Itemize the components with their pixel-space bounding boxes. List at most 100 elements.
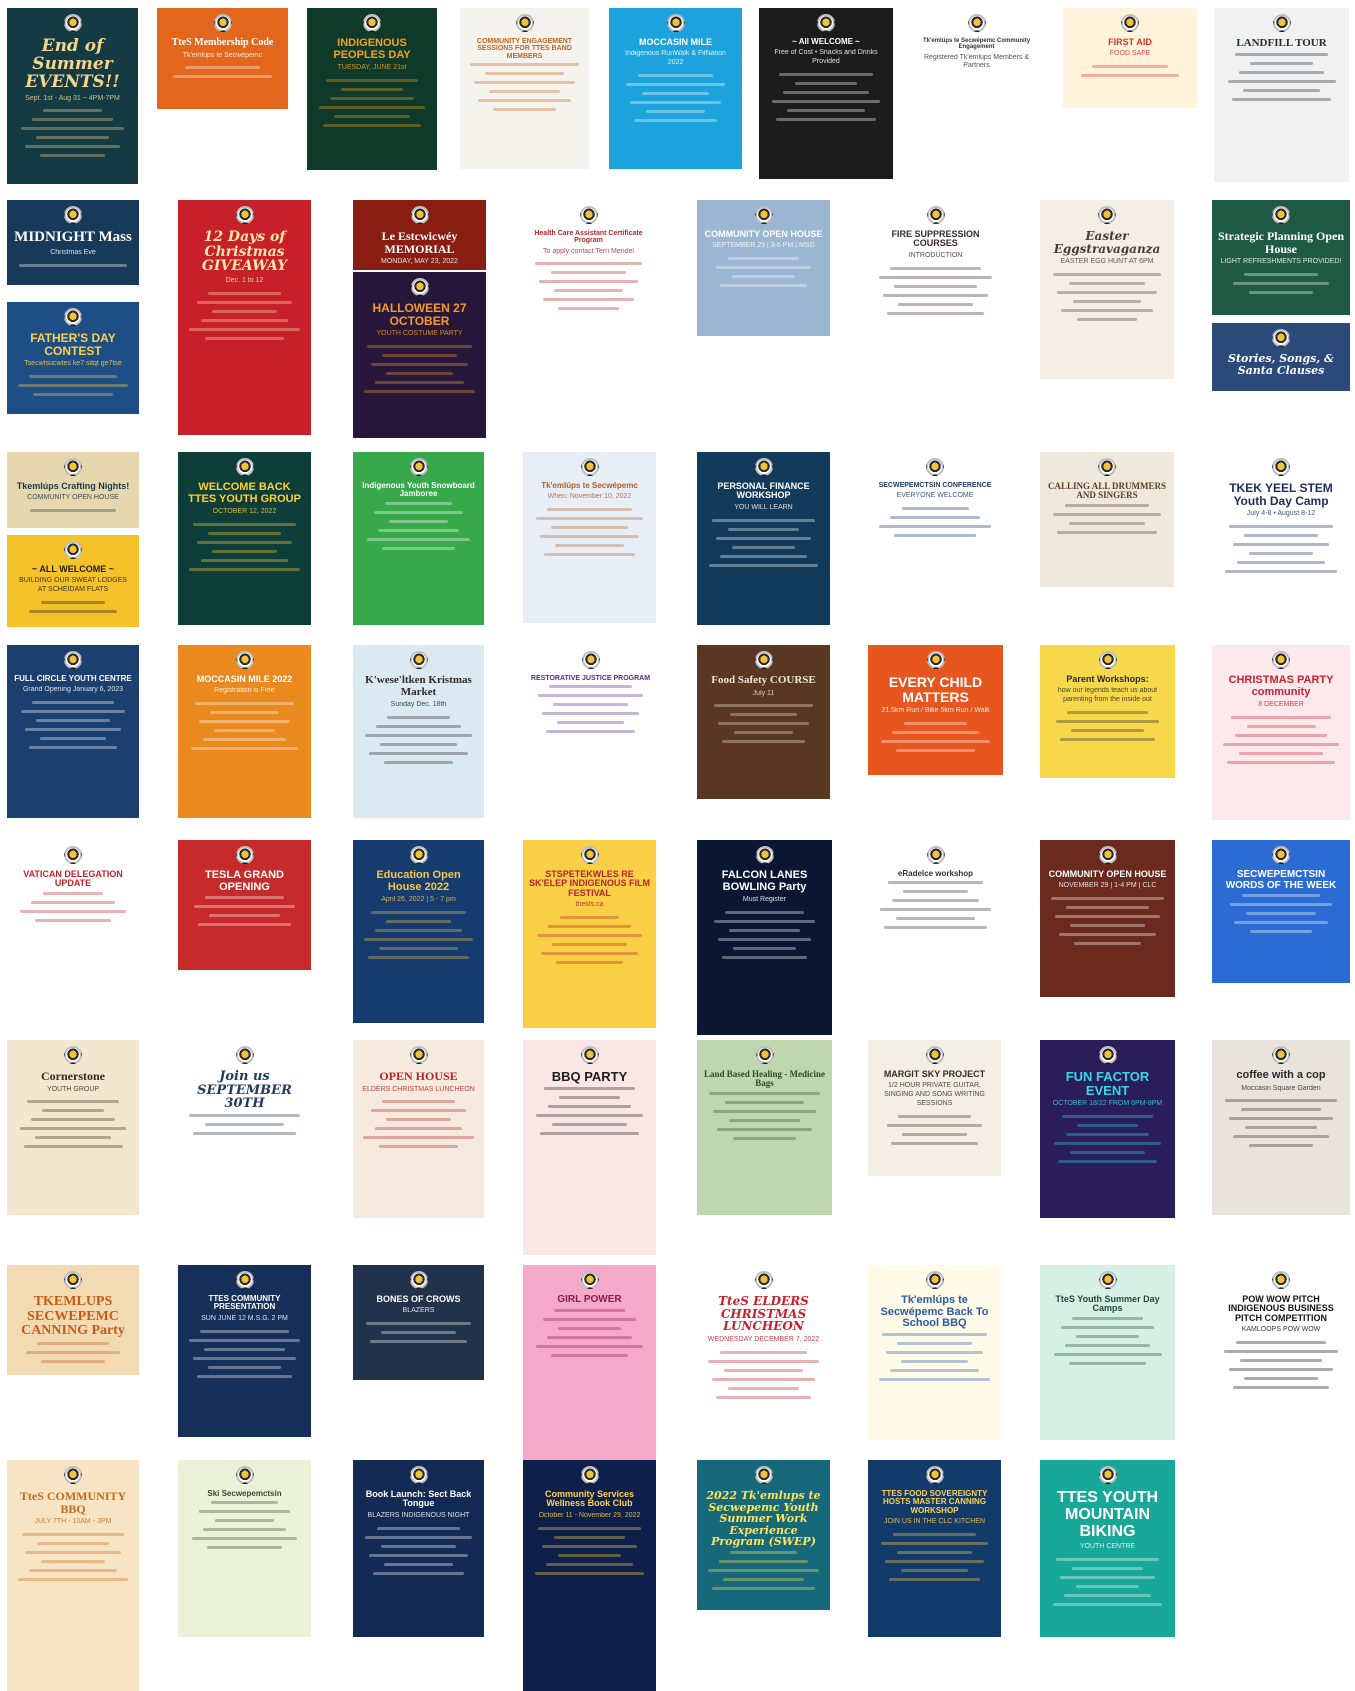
event-poster[interactable]: Tk'emlúps te Secwépemc Back To School BB…: [868, 1265, 1001, 1440]
event-poster[interactable]: TTES COMMUNITY PRESENTATION SUN JUNE 12 M…: [178, 1265, 311, 1437]
poster-fine-print: [202, 738, 287, 742]
nation-logo-icon: [755, 1046, 774, 1064]
event-poster[interactable]: Ski Secwepemctsin: [178, 1460, 311, 1637]
poster-subtitle: To apply contact Terri Mendel: [543, 247, 634, 255]
poster-fine-print: [39, 154, 106, 158]
event-poster[interactable]: Tk'emlúps te Secwépemc Community Engagem…: [910, 8, 1043, 76]
event-poster[interactable]: TKEK YEEL STEM Youth Day Camp July 4-8 • …: [1212, 452, 1350, 627]
event-poster[interactable]: ~ All WELCOME ~ Free of Cost • Snacks and…: [759, 8, 893, 179]
event-poster[interactable]: BONES OF CROWS BLAZERS: [353, 1265, 484, 1380]
event-poster[interactable]: COMMUNITY ENGAGEMENT SESSIONS FOR TTES B…: [460, 8, 589, 169]
event-poster[interactable]: MARGIT SKY PROJECT 1/2 HOUR PRIVATE GUITA…: [868, 1040, 1001, 1176]
event-poster[interactable]: CALLING ALL DRUMMERS AND SINGERS: [1040, 452, 1174, 587]
event-poster[interactable]: COMMUNITY OPEN HOUSE NOVEMBER 29 | 1-4 PM…: [1040, 840, 1175, 997]
poster-fine-print: [880, 740, 991, 744]
event-poster[interactable]: 2022 Tk'emlups te Secwepemc Youth Summer…: [697, 1460, 830, 1610]
poster-fine-print: [30, 509, 116, 513]
event-poster[interactable]: Le Estcwicwéy MEMORIAL MONDAY, MAY 23, 20…: [353, 200, 486, 270]
poster-fine-print: [368, 751, 469, 755]
event-poster[interactable]: Tk'emlúps te Secwépemc When: November 10,…: [523, 452, 656, 623]
nation-logo-icon: [817, 14, 835, 32]
poster-subtitle: October 11 - November 29, 2022: [538, 1511, 641, 1519]
event-poster[interactable]: SECWEPEMCTSIN CONFERENCE EVERYONE WELCOME: [868, 452, 1002, 587]
event-poster[interactable]: 12 Days of Christmas GIVEAWAY Dec. 1 to 1…: [178, 200, 311, 435]
event-poster[interactable]: K'wese'ltken Kristmas Market Sunday Dec. …: [353, 645, 484, 818]
event-poster[interactable]: TteS ELDERS CHRISTMAS LUNCHEON WEDNESDAY …: [697, 1265, 830, 1440]
event-poster[interactable]: eRadelce workshop: [868, 840, 1003, 1015]
event-poster[interactable]: PERSONAL FINANCE WORKSHOP YOU WILL LEARN: [697, 452, 830, 625]
poster-title: Easter Eggstravaganza: [1053, 229, 1161, 256]
event-poster[interactable]: Health Care Assistant Certificate Progra…: [523, 200, 654, 381]
poster-title: TKEMLUPS SECWEPEMC CANNING Party: [21, 1294, 125, 1339]
event-poster[interactable]: FALCON LANES BOWLING Party Must Register: [697, 840, 832, 1035]
event-poster[interactable]: INDIGENOUS PEOPLES DAY TUESDAY, JUNE 21st: [307, 8, 437, 170]
poster-fine-print: [1068, 281, 1146, 285]
event-poster[interactable]: Stories, Songs, & Santa Clauses: [1212, 323, 1350, 391]
event-poster[interactable]: End of Summer EVENTS!! Sept. 1st - Aug 31…: [7, 8, 138, 184]
poster-fine-print: [382, 353, 457, 357]
event-poster[interactable]: MOCCASIN MILE Indigenous RunWalk & FitNat…: [609, 8, 742, 169]
poster-fine-print: [375, 928, 462, 932]
poster-fine-print: [1072, 1316, 1143, 1320]
event-poster[interactable]: Community Services Wellness Book Club Oct…: [523, 1460, 656, 1691]
poster-fine-print: [539, 280, 638, 284]
event-poster[interactable]: VATICAN DELEGATION UPDATE: [7, 840, 139, 974]
event-poster[interactable]: Tkemlúps Crafting Nights! COMMUNITY OPEN …: [7, 452, 139, 528]
event-poster[interactable]: SECWEPEMCTSIN WORDS OF THE WEEK: [1212, 840, 1350, 983]
event-poster[interactable]: Land Based Healing - Medicine Bags: [697, 1040, 832, 1215]
poster-fine-print: [33, 392, 113, 396]
event-poster[interactable]: MIDNIGHT Mass Christmas Eve: [7, 200, 139, 285]
event-poster[interactable]: POW WOW PITCH INDIGENOUS BUSINESS PITCH …: [1212, 1265, 1350, 1440]
event-poster[interactable]: HALLOWEEN 27 OCTOBER YOUTH COSTUME PARTY: [353, 272, 486, 438]
poster-title: CALLING ALL DRUMMERS AND SINGERS: [1047, 481, 1166, 501]
event-poster[interactable]: coffee with a cop Moccasin Square Garden: [1212, 1040, 1350, 1215]
poster-fine-print: [20, 909, 126, 913]
nation-logo-icon: [235, 1046, 254, 1064]
poster-fine-print: [889, 1577, 980, 1581]
poster-fine-print: [40, 1559, 106, 1563]
poster-title: End of Summer EVENTS!!: [25, 36, 120, 92]
event-poster[interactable]: COMMUNITY OPEN HOUSE SEPTEMBER 29 | 3-6 P…: [697, 200, 830, 336]
event-poster[interactable]: Easter Eggstravaganza EASTER EGG HUNT AT …: [1040, 200, 1174, 379]
event-poster[interactable]: Book Launch: Sect Back Tongue BLAZERS IND…: [353, 1460, 484, 1637]
event-poster[interactable]: LANDFILL TOUR: [1214, 8, 1349, 182]
event-poster[interactable]: MOCCASIN MILE 2022 Registration is Free: [178, 645, 311, 818]
event-poster[interactable]: Parent Workshops: how our legends teach u…: [1040, 645, 1175, 778]
event-poster[interactable]: FATHER'S DAY CONTEST Tsecwtsucwtes ke7 si…: [7, 302, 139, 414]
event-poster[interactable]: TteS Youth Summer Day Camps: [1040, 1265, 1175, 1440]
poster-subtitle: SEPTEMBER 29 | 3-6 PM | MSG: [712, 242, 815, 250]
event-poster[interactable]: FULL CIRCLE YOUTH CENTRE Grand Opening Ja…: [7, 645, 139, 818]
event-poster[interactable]: TTES FOOD SOVEREIGNTY HOSTS MASTER CANNI…: [868, 1460, 1001, 1637]
event-poster[interactable]: GIRL POWER: [523, 1265, 656, 1490]
event-poster[interactable]: RESTORATIVE JUSTICE PROGRAM: [523, 645, 658, 818]
poster-fine-print: [892, 731, 979, 735]
poster-fine-print: [557, 1553, 622, 1557]
poster-fine-print: [1249, 1144, 1313, 1148]
event-poster[interactable]: EVERY CHILD MATTERS 21.5km Run / Bike 5km…: [868, 645, 1003, 775]
poster-fine-print: [32, 701, 114, 705]
event-poster[interactable]: Strategic Planning Open House LIGHT REFRE…: [1212, 200, 1350, 315]
event-poster[interactable]: WELCOME BACK TTES YOUTH GROUP OCTOBER 12,…: [178, 452, 311, 625]
event-poster[interactable]: FIRST AID FOOD SAFE: [1063, 8, 1197, 108]
event-poster[interactable]: Food Safety COURSE July 11: [697, 645, 830, 799]
event-poster[interactable]: Education Open House 2022 April 26, 2022 …: [353, 840, 484, 1023]
event-poster[interactable]: BBQ PARTY: [523, 1040, 656, 1255]
nation-logo-icon: [1272, 651, 1290, 669]
event-poster[interactable]: FIRE SUPPRESSION COURSES INTRODUCTION: [868, 200, 1003, 382]
poster-title: Food Safety COURSE: [711, 674, 816, 686]
event-poster[interactable]: OPEN HOUSE ELDERS CHRISTMAS LUNCHEON: [353, 1040, 484, 1218]
poster-subtitle: Tk'emlúps te Secwépemc: [182, 51, 263, 59]
event-poster[interactable]: TteS COMMUNITY BBQ JULY 7TH - 10AM - 3PM: [7, 1460, 139, 1691]
event-poster[interactable]: CHRISTMAS PARTY community 8 DECEMBER: [1212, 645, 1350, 820]
event-poster[interactable]: FUN FACTOR EVENT OCTOBER 18/22 FROM 6PM-8…: [1040, 1040, 1175, 1218]
event-poster[interactable]: Join us SEPTEMBER 30TH: [178, 1040, 311, 1160]
event-poster[interactable]: ~ ALL WELCOME ~ BUILDING OUR SWEAT LODGES…: [7, 535, 139, 627]
event-poster[interactable]: STSPETEKWLES RE SK'ELEP INDIGENOUS FILM …: [523, 840, 656, 1028]
poster-fine-print: [540, 1131, 639, 1135]
event-poster[interactable]: TTES YOUTH MOUNTAIN BIKING YOUTH CENTRE: [1040, 1460, 1175, 1637]
event-poster[interactable]: TESLA GRAND OPENING: [178, 840, 311, 970]
event-poster[interactable]: Indigenous Youth Snowboard Jamboree: [353, 452, 484, 625]
event-poster[interactable]: Cornerstone YOUTH GROUP: [7, 1040, 139, 1215]
event-poster[interactable]: TKEMLUPS SECWEPEMC CANNING Party: [7, 1265, 139, 1375]
event-poster[interactable]: TteS Membership Code Tk'emlúps te Secwépe…: [157, 8, 288, 109]
